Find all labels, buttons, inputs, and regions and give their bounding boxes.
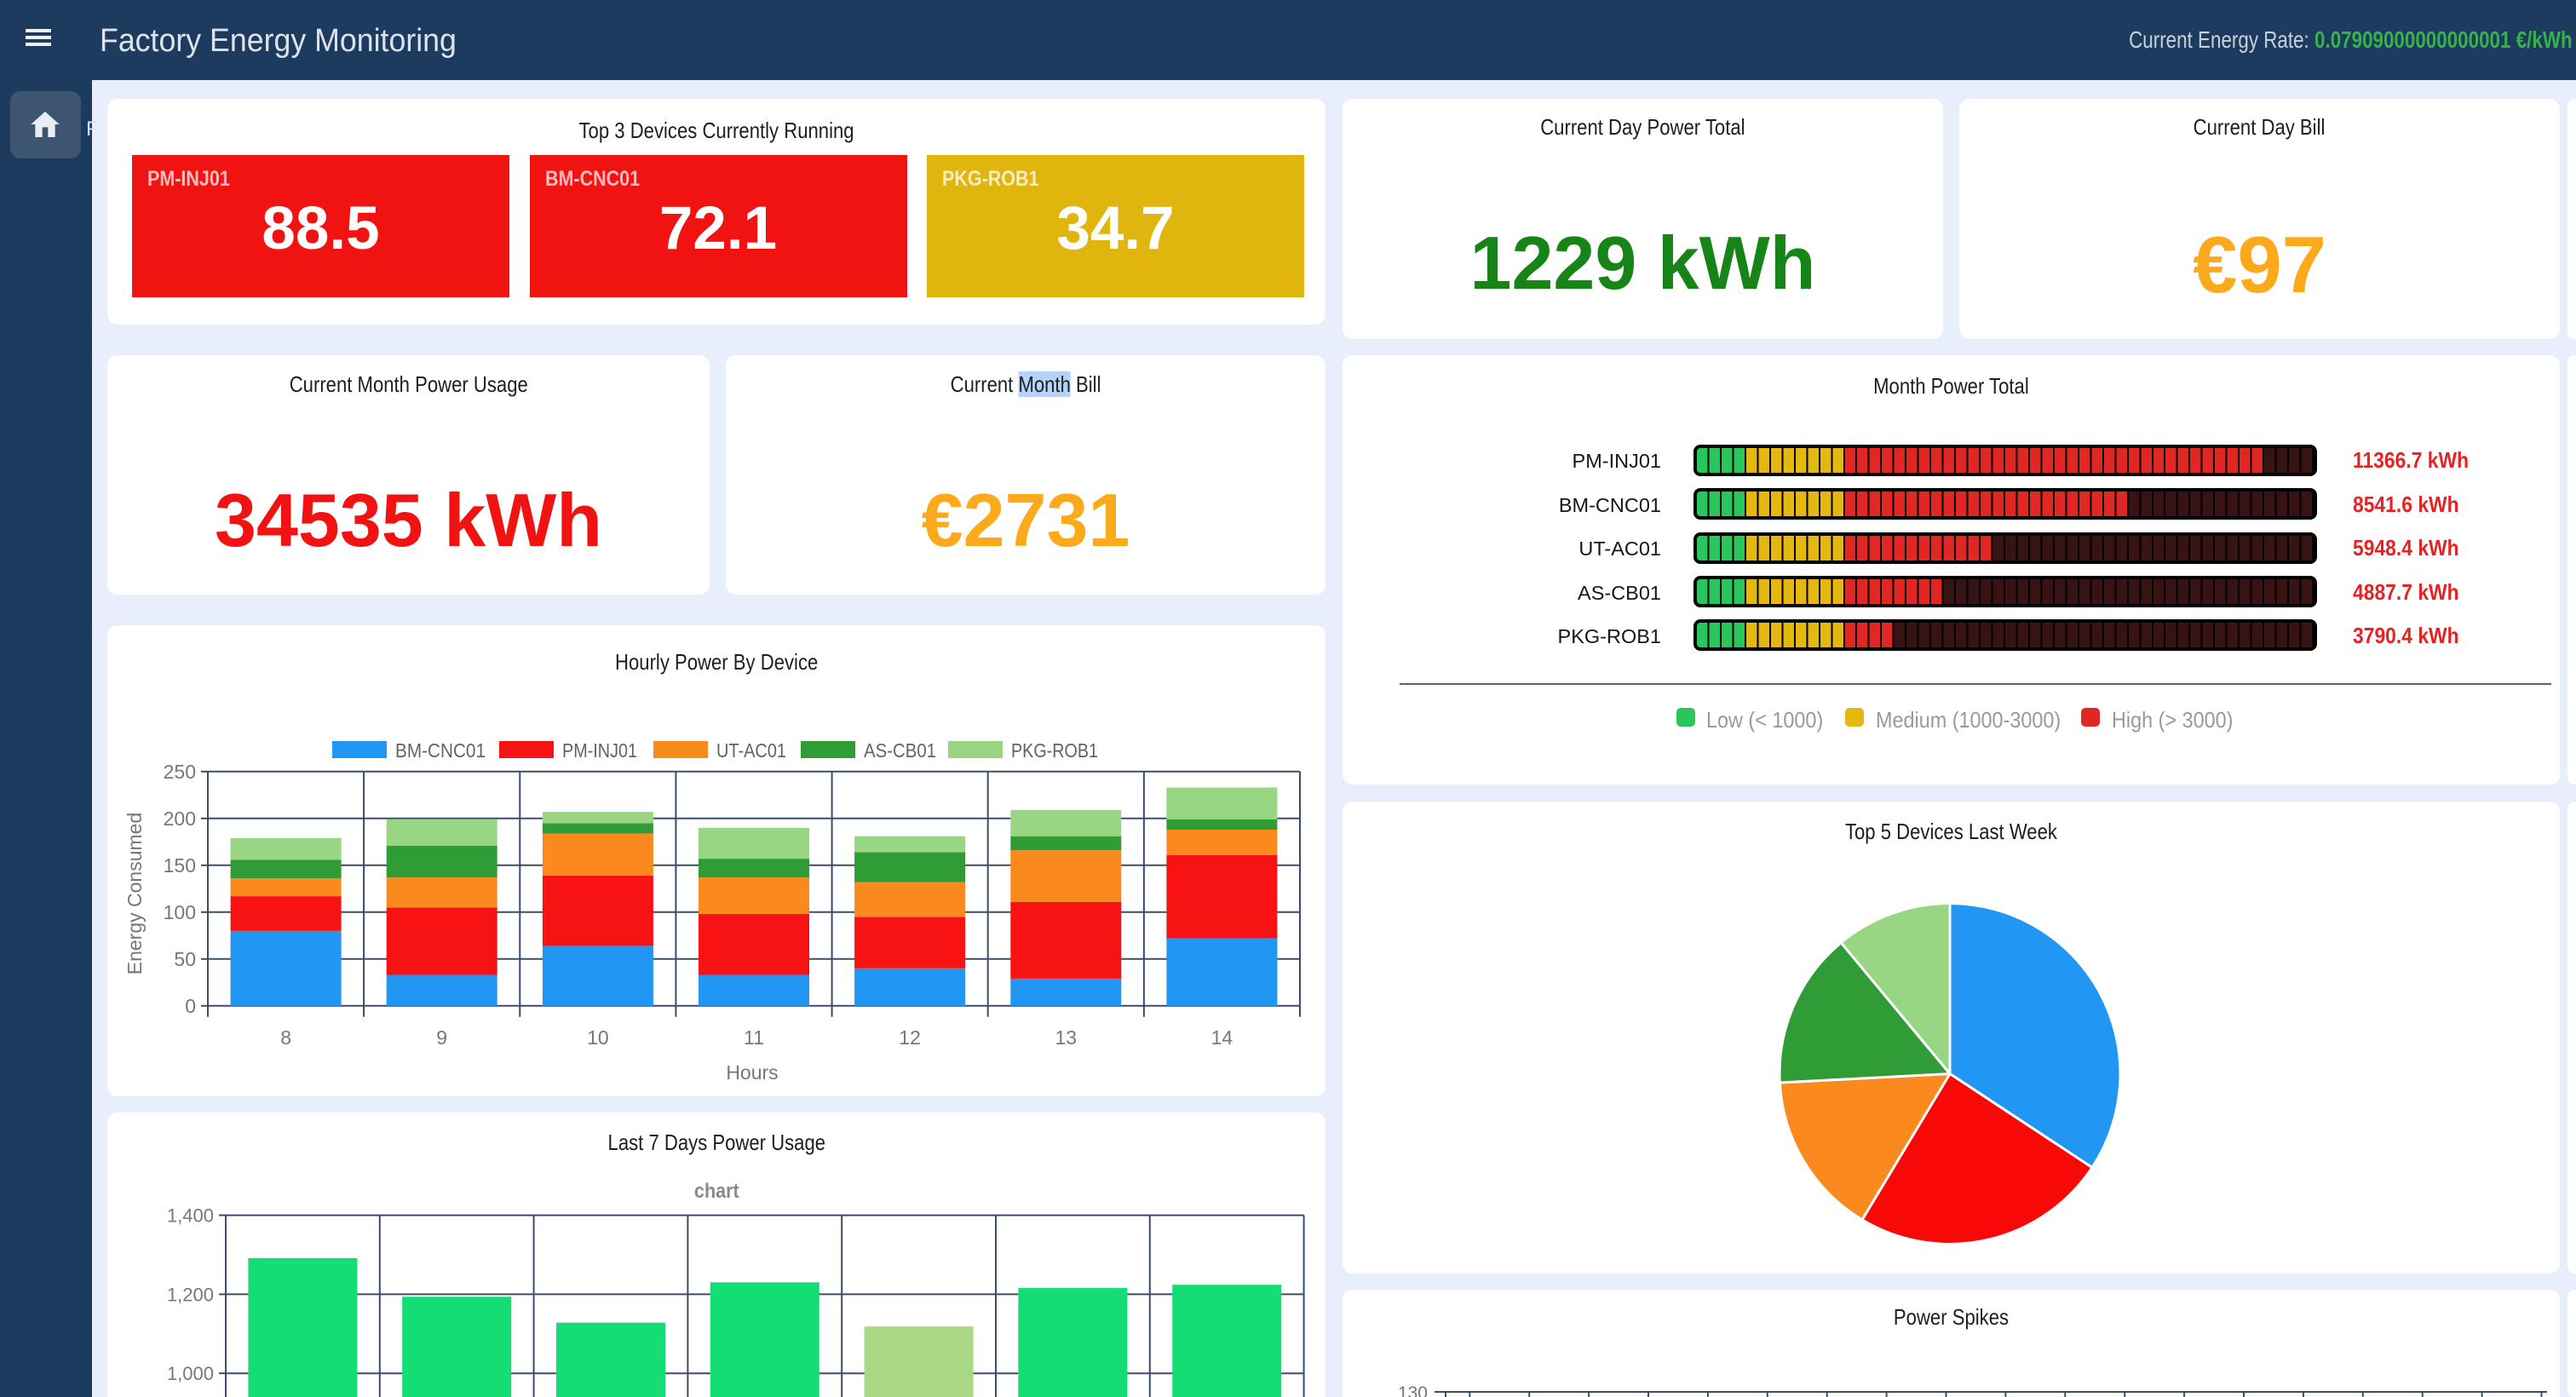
svg-text:AS-CB01: AS-CB01 [864,739,936,762]
svg-text:11: 11 [744,1026,764,1049]
svg-text:PKG-ROB1: PKG-ROB1 [1011,739,1098,762]
svg-text:UT-AC01: UT-AC01 [716,739,786,762]
svg-text:PM-INJ01: PM-INJ01 [562,739,637,762]
svg-text:9: 9 [436,1026,447,1049]
svg-text:50: 50 [174,948,196,970]
svg-text:150: 150 [164,854,196,877]
svg-text:1,200: 1,200 [167,1284,214,1305]
svg-text:12: 12 [899,1026,921,1049]
svg-text:10: 10 [587,1026,609,1049]
svg-text:100: 100 [164,901,196,923]
svg-text:8: 8 [280,1026,291,1049]
svg-text:14: 14 [1211,1026,1233,1049]
svg-text:1,400: 1,400 [167,1205,214,1227]
svg-text:Energy Consumed: Energy Consumed [124,813,146,975]
svg-text:250: 250 [164,761,196,783]
svg-text:200: 200 [164,808,196,830]
svg-text:Hours: Hours [726,1061,778,1084]
svg-text:0: 0 [185,995,196,1017]
svg-text:BM-CNC01: BM-CNC01 [395,739,486,762]
svg-text:13: 13 [1055,1026,1078,1049]
svg-text:130: 130 [1398,1383,1428,1397]
svg-text:1,000: 1,000 [167,1363,214,1384]
